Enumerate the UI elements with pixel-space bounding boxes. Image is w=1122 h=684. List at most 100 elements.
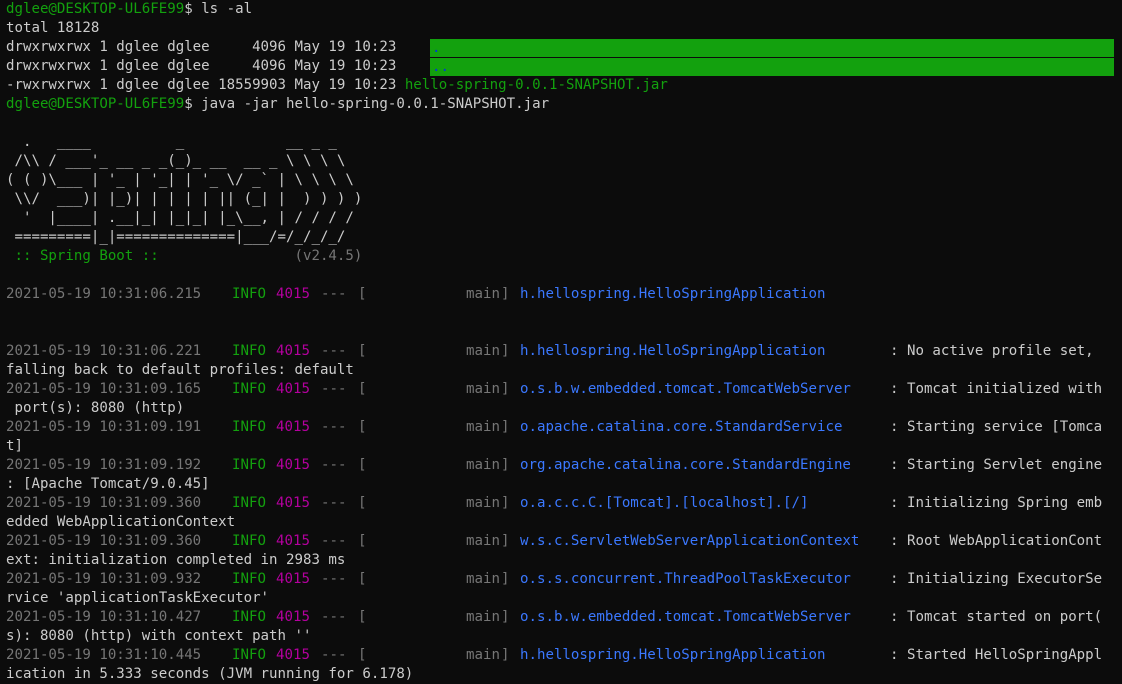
log-line: 2021-05-19 10:31:09.932 INFO 4015 --- [ main]… — [6, 570, 1122, 589]
log-continuation: ext: initialization completed in 2983 ms — [6, 552, 346, 568]
log-bracket-open: [ — [358, 419, 367, 435]
spring-boot-label: :: Spring Boot :: — [6, 248, 168, 264]
command-line: dglee@DESKTOP-UL6FE99$ ls -al — [6, 1, 253, 17]
log-separator: --- — [321, 495, 347, 511]
log-logger: o.apache.catalina.core.StandardService — [520, 419, 843, 435]
log-continuation: ication in 5.333 seconds (JVM running fo… — [6, 666, 414, 682]
log-thread: main — [466, 457, 500, 473]
log-continuation: edded WebApplicationContext — [6, 514, 236, 530]
log-bracket-open: [ — [358, 571, 367, 587]
log-pid: 4015 — [276, 609, 310, 625]
log-level: INFO — [232, 647, 266, 663]
log-line: 2021-05-19 10:31:09.360 INFO 4015 --- [main]… — [6, 532, 1122, 551]
log-separator: --- — [321, 571, 347, 587]
log-pid: 4015 — [276, 571, 310, 587]
log-timestamp: 2021-05-19 10:31:10.445 — [6, 647, 202, 663]
log-message: : Root WebApplicationCont — [890, 533, 1103, 549]
log-bracket-open: [ — [358, 457, 367, 473]
log-bracket-open: [ — [358, 495, 367, 511]
log-pid: 4015 — [276, 419, 310, 435]
directory-name: . — [430, 39, 1114, 57]
banner-art-line: . ____ _ __ _ _ — [6, 134, 337, 150]
log-continuation: s): 8080 (http) with context path '' — [6, 628, 312, 644]
log-bracket-open: [ — [358, 609, 367, 625]
log-separator: --- — [321, 343, 347, 359]
log-logger: o.a.c.c.C.[Tomcat].[localhost].[/] — [520, 495, 809, 511]
log-logger: o.s.b.w.embedded.tomcat.TomcatWebServer — [520, 609, 851, 625]
log-separator: --- — [321, 533, 347, 549]
terminal-window[interactable]: dglee@DESKTOP-UL6FE99$ ls -al total 1812… — [0, 0, 1122, 683]
log-bracket-close: ] — [501, 647, 510, 663]
banner-art-line: ( ( )\___ | '_ | '_| | '_ \/ _` | \ \ \ … — [6, 172, 354, 188]
log-line: 2021-05-19 10:31:06.221 INFO 4015 --- [main]… — [6, 342, 1122, 361]
log-logger: org.apache.catalina.core.StandardEngine — [520, 457, 851, 473]
log-bracket-close: ] — [501, 571, 510, 587]
log-bracket-open: [ — [358, 533, 367, 549]
log-continuation: port(s): 8080 (http) — [6, 400, 185, 416]
log-timestamp: 2021-05-19 10:31:09.360 — [6, 495, 202, 511]
listing-total: total 18128 — [6, 20, 100, 36]
banner-art-line: \\/ ___)| |_)| | | | | || (_| | ) ) ) ) — [6, 191, 363, 207]
log-message: : Starting Servlet engine — [890, 457, 1103, 473]
log-pid: 4015 — [276, 647, 310, 663]
log-bracket-open: [ — [358, 381, 367, 397]
prompt: dglee@DESKTOP-UL6FE99 — [6, 1, 185, 17]
log-level: INFO — [232, 457, 266, 473]
log-level: INFO — [232, 571, 266, 587]
log-bracket-open: [ — [358, 286, 367, 302]
log-level: INFO — [232, 419, 266, 435]
log-line: 2021-05-19 10:31:09.360 INFO 4015 --- [main]… — [6, 494, 1122, 513]
log-pid: 4015 — [276, 533, 310, 549]
listing-row: drwxrwxrwx 1 dglee dglee 4096 May 19 10:… — [6, 57, 1122, 76]
log-logger: o.s.b.w.embedded.tomcat.TomcatWebServer — [520, 381, 851, 397]
version-label: (v2.4.5) — [167, 248, 363, 264]
log-bracket-open: [ — [358, 647, 367, 663]
log-logger: h.hellospring.HelloSpringApplication — [520, 343, 826, 359]
prompt: dglee@DESKTOP-UL6FE99 — [6, 96, 185, 112]
log-thread: main — [466, 343, 500, 359]
log-thread: main — [466, 571, 500, 587]
log-timestamp: 2021-05-19 10:31:09.191 — [6, 419, 202, 435]
log-pid: 4015 — [276, 457, 310, 473]
log-line: 2021-05-19 10:31:10.427 INFO 4015 --- [main]… — [6, 608, 1122, 627]
log-separator: --- — [321, 286, 347, 302]
banner-art-line: /\\ / ___'_ __ _ _(_)_ __ __ _ \ \ \ \ — [6, 153, 346, 169]
log-pid: 4015 — [276, 286, 310, 302]
log-logger: h.hellospring.HelloSpringApplication — [520, 286, 826, 302]
log-line: 2021-05-19 10:31:09.191 INFO 4015 --- [main]… — [6, 418, 1122, 437]
log-thread: main — [466, 419, 500, 435]
log-timestamp: 2021-05-19 10:31:09.165 — [6, 381, 202, 397]
log-level: INFO — [232, 533, 266, 549]
log-level: INFO — [232, 343, 266, 359]
log-logger: w.s.c.ServletWebServerApplicationContext — [520, 533, 860, 549]
log-separator: --- — [321, 381, 347, 397]
banner-art-line: ' |____| .__|_| |_|_| |_\__, | / / / / — [6, 210, 354, 226]
log-continuation — [6, 304, 1122, 323]
log-thread: main — [466, 286, 500, 302]
spring-boot-version: :: Spring Boot :: (v2.4.5) — [6, 247, 1122, 266]
log-separator: --- — [321, 647, 347, 663]
log-continuation: : [Apache Tomcat/9.0.45] — [6, 476, 210, 492]
log-bracket-close: ] — [501, 343, 510, 359]
log-line: 2021-05-19 10:31:10.445 INFO 4015 --- [main]… — [6, 646, 1122, 665]
log-message: : Initializing ExecutorSe — [890, 571, 1103, 587]
log-message: : Tomcat initialized with — [890, 381, 1103, 397]
log-pid: 4015 — [276, 343, 310, 359]
command-text: ls -al — [201, 1, 253, 17]
log-separator: --- — [321, 457, 347, 473]
log-timestamp: 2021-05-19 10:31:09.192 — [6, 457, 202, 473]
log-timestamp: 2021-05-19 10:31:09.932 — [6, 571, 202, 587]
directory-name: .. — [430, 58, 1114, 76]
log-separator: --- — [321, 609, 347, 625]
log-line: 2021-05-19 10:31:06.215 INFO 4015 --- [main]… — [6, 285, 1122, 304]
log-bracket-close: ] — [501, 381, 510, 397]
log-pid: 4015 — [276, 381, 310, 397]
log-message: : Starting service [Tomca — [890, 419, 1103, 435]
command-text: java -jar hello-spring-0.0.1-SNAPSHOT.ja… — [201, 96, 550, 112]
log-thread: main — [466, 381, 500, 397]
log-bracket-close: ] — [501, 533, 510, 549]
file-name: hello-spring-0.0.1-SNAPSHOT.jar — [404, 77, 668, 93]
banner-art-line: =========|_|==============|___/=/_/_/_/ — [6, 229, 346, 245]
log-thread: main — [466, 495, 500, 511]
command-line: dglee@DESKTOP-UL6FE99$ java -jar hello-s… — [6, 96, 550, 112]
